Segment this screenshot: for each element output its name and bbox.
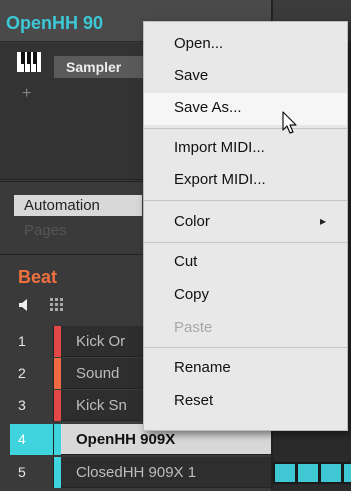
sound-slot-number: 1 — [10, 326, 54, 357]
sound-color-strip — [54, 457, 61, 488]
submenu-arrow-icon: ▸ — [320, 214, 327, 228]
speaker-icon[interactable] — [18, 298, 32, 312]
menu-item-copy[interactable]: Copy — [144, 280, 347, 312]
header-title: OpenHH 90 — [6, 13, 104, 33]
sound-name: ClosedHH 909X 1 — [76, 464, 197, 481]
add-plugin-icon[interactable]: + — [22, 86, 31, 102]
sound-name: Sound — [76, 365, 120, 382]
sound-color-strip — [54, 326, 61, 357]
automation-button[interactable]: Automation — [14, 195, 142, 216]
sound-slot-number: 5 — [10, 457, 54, 488]
menu-item-save-as[interactable]: Save As... — [144, 93, 347, 125]
pattern-step[interactable] — [275, 464, 295, 482]
plugin-slot-sampler[interactable]: Sampler — [54, 56, 144, 78]
menu-item-reset[interactable]: Reset — [144, 386, 347, 418]
context-menu: Open... Save Save As... Import MIDI... E… — [143, 21, 348, 431]
sound-color-strip — [54, 390, 61, 421]
grid-icon[interactable] — [50, 298, 64, 312]
menu-item-import-midi[interactable]: Import MIDI... — [144, 133, 347, 165]
pages-label: Pages — [24, 222, 67, 239]
menu-separator — [144, 242, 347, 243]
menu-item-cut[interactable]: Cut — [144, 247, 347, 279]
pattern-step[interactable] — [344, 464, 351, 482]
pattern-step[interactable] — [298, 464, 318, 482]
keyboard-icon — [17, 52, 41, 72]
menu-item-export-midi[interactable]: Export MIDI... — [144, 165, 347, 197]
menu-separator — [144, 347, 347, 348]
sound-slot-number: 3 — [10, 390, 54, 421]
sound-name: Kick Sn — [76, 397, 127, 414]
menu-separator — [144, 200, 347, 201]
pattern-step[interactable] — [321, 464, 341, 482]
group-name[interactable]: Beat — [18, 267, 57, 288]
sound-slot-number: 4 — [10, 424, 54, 455]
sound-row[interactable]: 5 ClosedHH 909X 1 — [10, 457, 272, 488]
sound-name: OpenHH 909X — [76, 431, 176, 448]
menu-item-color[interactable]: Color — [144, 207, 347, 239]
sound-color-strip — [54, 358, 61, 389]
menu-item-open[interactable]: Open... — [144, 29, 347, 61]
mouse-cursor-icon — [282, 111, 297, 134]
sound-color-strip — [54, 424, 61, 455]
menu-item-paste: Paste — [174, 319, 213, 336]
sound-name: Kick Or — [76, 333, 126, 350]
menu-separator — [144, 128, 347, 129]
menu-item-rename[interactable]: Rename — [144, 353, 347, 385]
menu-item-save[interactable]: Save — [144, 61, 347, 93]
sound-slot-number: 2 — [10, 358, 54, 389]
